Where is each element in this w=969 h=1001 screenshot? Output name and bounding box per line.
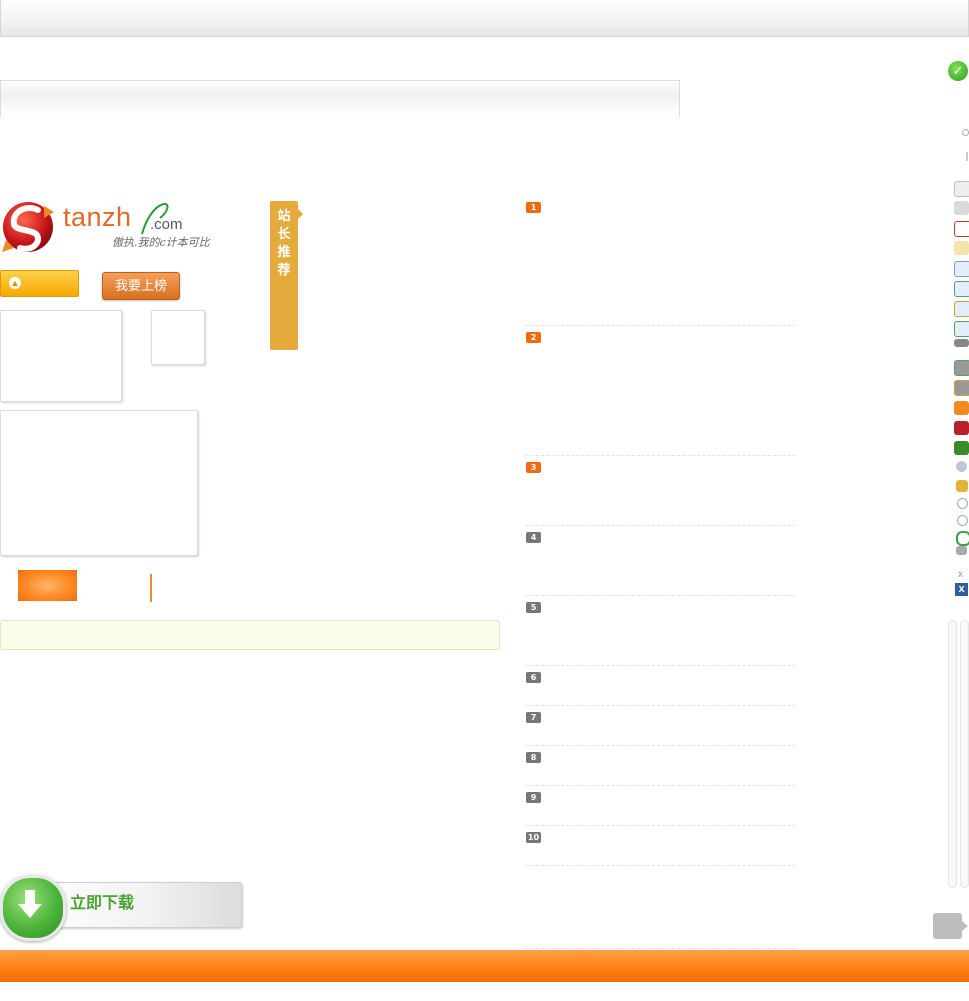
ribbon-char: 长 — [277, 226, 291, 241]
upload-button[interactable]: ▲ — [0, 270, 79, 297]
divider-mark — [966, 152, 968, 161]
list-divider — [526, 705, 796, 706]
tab-divider — [150, 574, 152, 602]
edit-icon[interactable] — [954, 241, 969, 255]
arrow-up-icon: ▲ — [9, 277, 21, 289]
calendar-icon[interactable] — [954, 221, 969, 237]
small-close-icon[interactable]: x — [958, 569, 963, 580]
comment-add-icon[interactable] — [954, 281, 969, 297]
sub-navigation-bar — [0, 80, 680, 117]
list-divider — [526, 865, 796, 866]
ribbon-char: 站 — [277, 208, 291, 223]
rank-badge: 8 — [526, 752, 541, 763]
top-navigation-bar — [0, 0, 969, 37]
logo-wordmark: tanzh — [63, 202, 132, 232]
comment-delete-icon[interactable] — [954, 321, 969, 337]
link-edit-icon[interactable] — [954, 380, 969, 396]
rank-badge: 5 — [526, 602, 541, 613]
rank-badge: 1 — [526, 202, 541, 213]
list-divider — [526, 595, 796, 596]
pencil-icon[interactable] — [956, 480, 968, 492]
close-circle-icon[interactable] — [957, 498, 968, 509]
download-button[interactable]: 立即下载 — [0, 873, 243, 941]
home-icon[interactable] — [954, 181, 969, 197]
ribbon-arrow — [298, 209, 303, 219]
list-divider — [526, 745, 796, 746]
footer-bar — [0, 950, 969, 982]
ribbon-char: 推 — [277, 244, 291, 259]
rank-badge: 10 — [526, 832, 541, 843]
arrow-right-icon — [962, 921, 968, 931]
list-divider — [526, 948, 796, 949]
tag-icon[interactable] — [954, 201, 969, 215]
comment-icon[interactable] — [954, 261, 969, 277]
logo-swoosh — [141, 202, 169, 235]
next-arrow-button[interactable] — [933, 913, 968, 939]
rank-badge: 9 — [526, 792, 541, 803]
undo-icon[interactable] — [956, 531, 969, 546]
comment-edit-icon[interactable] — [954, 301, 969, 317]
list-divider — [526, 525, 796, 526]
rank-badge: 7 — [526, 712, 541, 723]
site-logo[interactable]: tanzh .com 傲执.我的c计本可比 — [0, 198, 210, 260]
list-divider — [526, 325, 796, 326]
rank-badge: 3 — [526, 462, 541, 473]
link-icon[interactable] — [954, 339, 969, 347]
download-icon — [0, 875, 66, 941]
scrollbar-track[interactable] — [948, 620, 957, 888]
scrollbar-track[interactable] — [960, 620, 969, 888]
list-divider — [526, 455, 796, 456]
rss-icon[interactable] — [954, 401, 969, 415]
active-tab[interactable] — [18, 570, 77, 601]
recommend-ribbon[interactable]: 站 长 推 荐 — [270, 201, 303, 350]
thumbnail-box[interactable] — [0, 310, 122, 402]
link-add-icon[interactable] — [954, 360, 969, 376]
collapse-icon[interactable] — [956, 461, 967, 472]
rank-badge: 4 — [526, 532, 541, 543]
list-divider — [526, 785, 796, 786]
logo-mark-icon — [2, 202, 54, 252]
preview-box[interactable] — [0, 410, 198, 556]
download-label: 立即下载 — [70, 895, 135, 912]
list-divider — [526, 825, 796, 826]
check-icon[interactable]: ✓ — [948, 61, 968, 81]
radio-dot[interactable] — [962, 129, 969, 136]
add-circle-icon[interactable] — [957, 515, 968, 526]
list-divider — [526, 665, 796, 666]
thumb-up-icon[interactable] — [954, 441, 969, 455]
tool-icon[interactable] — [956, 546, 967, 555]
rank-badge: 2 — [526, 332, 541, 343]
rank-badge: 6 — [526, 672, 541, 683]
small-thumbnail-box[interactable] — [151, 310, 205, 365]
ribbon-char: 荐 — [277, 262, 291, 277]
close-box-icon[interactable]: x — [955, 583, 968, 596]
get-ranked-button[interactable]: 我要上榜 — [102, 272, 180, 300]
notice-bar — [0, 620, 500, 650]
thumb-down-icon[interactable] — [954, 421, 969, 435]
